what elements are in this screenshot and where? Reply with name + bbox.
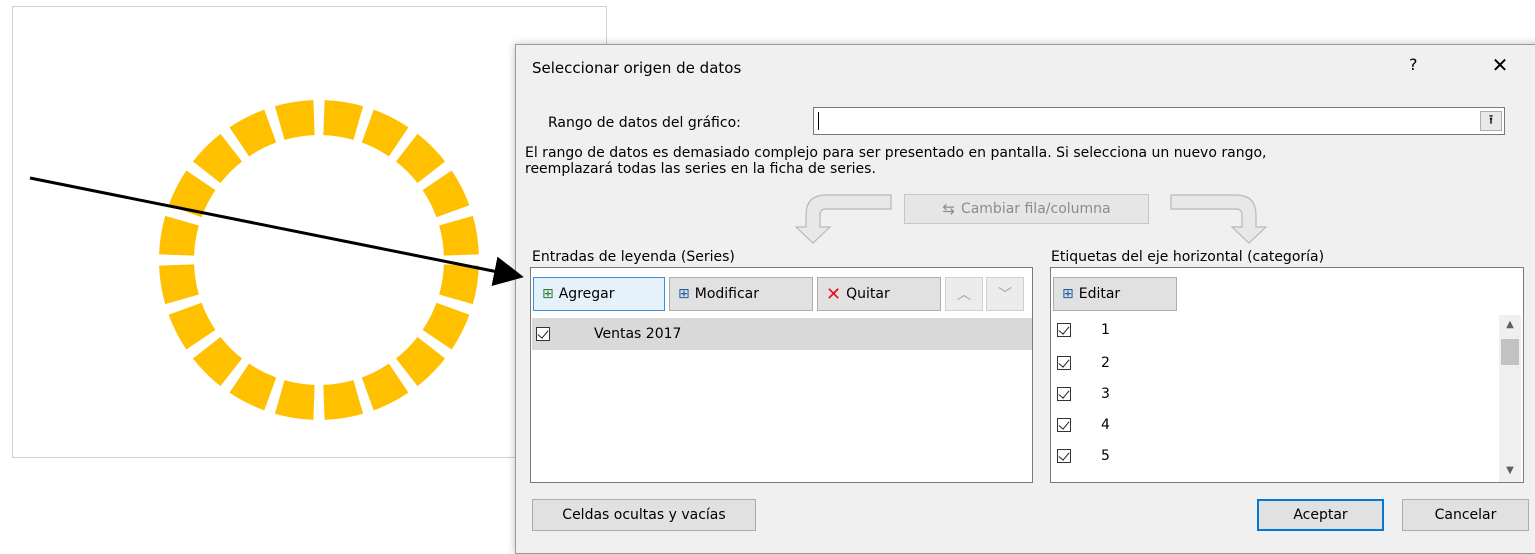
ok-button[interactable]: Aceptar <box>1257 499 1384 531</box>
doughnut-segment[interactable] <box>439 264 479 305</box>
remove-series-button[interactable]: ✕ Quitar <box>817 277 941 311</box>
doughnut-segment[interactable] <box>361 109 409 157</box>
edit-categories-button[interactable]: ⊞ Editar <box>1053 277 1177 311</box>
doughnut-segment[interactable] <box>395 336 446 387</box>
doughnut-segment[interactable] <box>395 133 446 184</box>
hidden-empty-cells-button[interactable]: Celdas ocultas y vacías <box>532 499 756 531</box>
series-name: Ventas 2017 <box>594 326 682 342</box>
doughnut-segment[interactable] <box>422 170 470 218</box>
category-row[interactable]: 5 <box>1057 440 1110 472</box>
move-up-button[interactable]: ︿ <box>945 277 983 311</box>
edit-table-icon: ⊞ <box>1062 286 1074 302</box>
curved-arrow-left-icon <box>794 194 892 244</box>
close-button[interactable]: ✕ <box>1486 53 1514 77</box>
switch-row-column-label: Cambiar fila/columna <box>960 201 1111 217</box>
doughnut-segment[interactable] <box>361 363 409 411</box>
category-row[interactable]: 2 <box>1057 347 1110 379</box>
doughnut-segment[interactable] <box>159 264 199 305</box>
doughnut-segment[interactable] <box>229 109 277 157</box>
doughnut-segment[interactable] <box>168 170 216 218</box>
edit-series-button[interactable]: ⊞ Modificar <box>669 277 813 311</box>
category-checkbox[interactable] <box>1057 418 1071 432</box>
switch-row-column-icon: ⇆ <box>942 200 955 218</box>
add-series-button[interactable]: ⊞ Agregar <box>533 277 665 311</box>
doughnut-segment[interactable] <box>168 302 216 350</box>
categories-panel: ⊞ Editar 1 2 3 4 5 ▲ ▼ <box>1050 267 1524 483</box>
doughnut-segment[interactable] <box>192 336 243 387</box>
category-label: 1 <box>1101 322 1110 338</box>
select-data-source-dialog: Seleccionar origen de datos ? ✕ Rango de… <box>515 44 1535 554</box>
series-group-label: Entradas de leyenda (Series) <box>532 249 735 265</box>
category-row[interactable]: 4 <box>1057 409 1110 441</box>
info-line-2: reemplazará todas las series en la ficha… <box>525 161 876 177</box>
category-row[interactable]: 1 <box>1057 314 1110 346</box>
category-checkbox[interactable] <box>1057 356 1071 370</box>
categories-scrollbar[interactable]: ▲ ▼ <box>1499 315 1521 482</box>
category-checkbox[interactable] <box>1057 323 1071 337</box>
collapse-dialog-button[interactable]: ⭱ <box>1480 111 1502 131</box>
chart-data-range-input[interactable] <box>813 107 1505 135</box>
add-table-icon: ⊞ <box>542 286 554 302</box>
series-row[interactable]: Ventas 2017 <box>532 318 1032 350</box>
scroll-down-icon[interactable]: ▼ <box>1499 465 1521 476</box>
move-down-button[interactable]: ﹀ <box>986 277 1024 311</box>
scroll-up-icon[interactable]: ▲ <box>1499 319 1521 330</box>
doughnut-segment[interactable] <box>229 363 277 411</box>
chevron-down-icon: ﹀ <box>998 287 1012 303</box>
series-checkbox[interactable] <box>536 327 550 341</box>
chevron-up-icon: ︿ <box>957 287 971 303</box>
doughnut-segment[interactable] <box>323 100 364 140</box>
doughnut-segment[interactable] <box>439 215 479 256</box>
remove-x-icon: ✕ <box>826 283 842 305</box>
series-panel: ⊞ Agregar ⊞ Modificar ✕ Quitar ︿ ﹀ Venta… <box>530 267 1033 483</box>
category-checkbox[interactable] <box>1057 387 1071 401</box>
doughnut-segment[interactable] <box>192 133 243 184</box>
categories-group-label: Etiquetas del eje horizontal (categoría) <box>1051 249 1325 265</box>
remove-series-label: Quitar <box>846 286 890 302</box>
category-label: 4 <box>1101 417 1110 433</box>
cancel-button[interactable]: Cancelar <box>1402 499 1529 531</box>
doughnut-segment[interactable] <box>274 380 315 420</box>
scroll-thumb[interactable] <box>1501 339 1519 365</box>
doughnut-segment[interactable] <box>274 100 315 140</box>
category-label: 3 <box>1101 386 1110 402</box>
edit-table-icon: ⊞ <box>678 286 690 302</box>
info-line-1: El rango de datos es demasiado complejo … <box>525 145 1267 161</box>
curved-arrow-right-icon <box>1170 194 1268 244</box>
category-label: 2 <box>1101 355 1110 371</box>
edit-categories-label: Editar <box>1078 286 1121 302</box>
category-label: 5 <box>1101 448 1110 464</box>
doughnut-segment[interactable] <box>422 302 470 350</box>
switch-row-column-button[interactable]: ⇆ Cambiar fila/columna <box>904 194 1149 224</box>
category-row[interactable]: 3 <box>1057 378 1110 410</box>
upload-arrow-icon: ⭱ <box>1488 113 1494 128</box>
doughnut-segment[interactable] <box>159 215 199 256</box>
range-label: Rango de datos del gráfico: <box>548 115 741 131</box>
text-caret <box>818 112 819 130</box>
help-button[interactable]: ? <box>1409 55 1418 74</box>
add-series-label: Agregar <box>558 286 615 302</box>
dialog-title: Seleccionar origen de datos <box>532 59 742 77</box>
info-text: El rango de datos es demasiado complejo … <box>525 145 1535 177</box>
edit-series-label: Modificar <box>694 286 760 302</box>
category-checkbox[interactable] <box>1057 449 1071 463</box>
doughnut-segment[interactable] <box>323 380 364 420</box>
